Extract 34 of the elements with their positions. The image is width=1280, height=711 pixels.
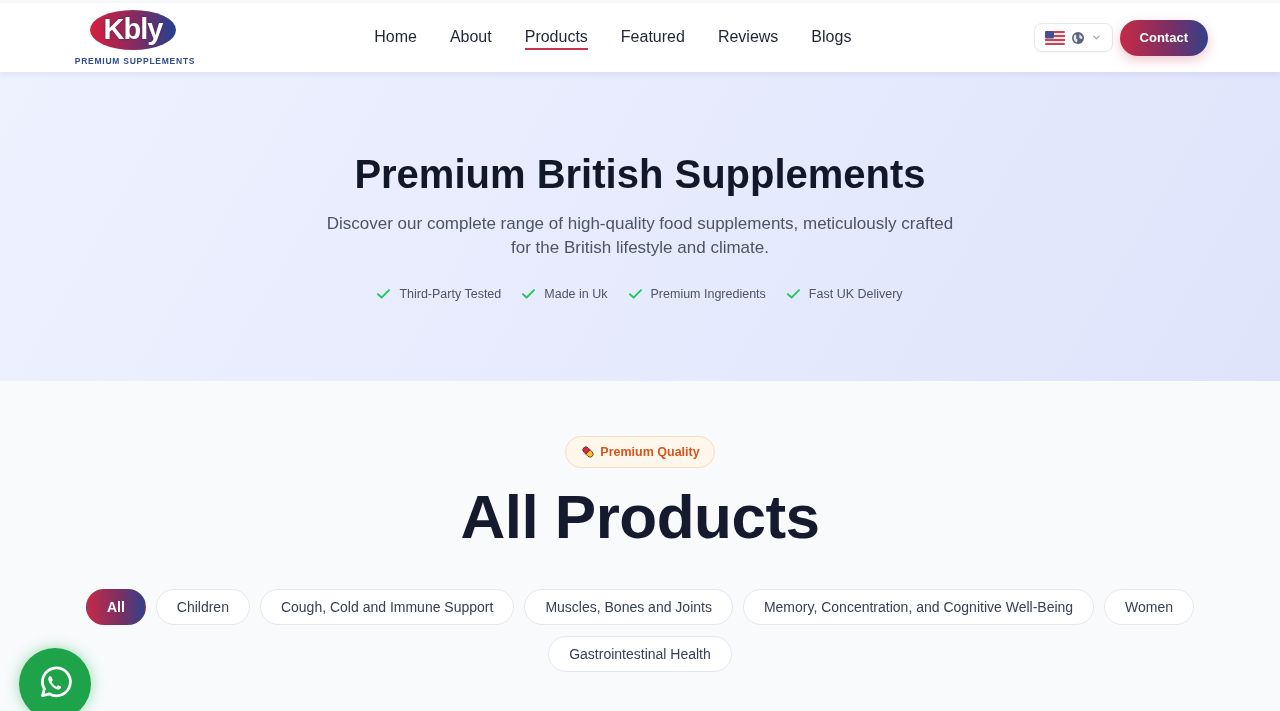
flag-icon: [1044, 30, 1065, 45]
check-icon: [628, 289, 642, 299]
logo-tagline: PREMIUM SUPPLEMENTS: [74, 55, 196, 66]
nav-link[interactable]: Products: [524, 25, 588, 50]
chevron-down-icon: [1092, 35, 1100, 40]
chat-button[interactable]: [19, 648, 91, 711]
section-title: All Products: [460, 483, 820, 551]
hero-subtitle: Discover our complete range of high-quality food supplements, meticulously crafted for the British lifestyle and climate.: [325, 213, 955, 259]
feature-label: Fast UK Delivery: [808, 286, 903, 303]
contact-button[interactable]: Contact: [1119, 19, 1208, 56]
category-filter[interactable]: Children: [155, 589, 250, 625]
check-icon: [522, 289, 536, 299]
category-filter[interactable]: Gastrointestinal Health: [548, 636, 732, 672]
check-icon: [786, 289, 800, 299]
globe-icon: [1071, 31, 1084, 44]
nav-link[interactable]: About: [449, 25, 492, 50]
category-filter[interactable]: Memory, Concentration, and Cognitive Well-Being: [742, 589, 1095, 625]
feature-label: Made in Uk: [544, 286, 608, 303]
feature-label: Premium Ingredients: [650, 286, 766, 303]
category-filter[interactable]: All: [85, 589, 146, 625]
logo-mark[interactable]: Kbly: [90, 9, 176, 50]
hero-title: Premium British Supplements: [354, 151, 926, 198]
feature-label: Third-Party Tested: [399, 286, 502, 303]
language-selector[interactable]: [1033, 23, 1113, 52]
badge-label: Premium Quality: [600, 445, 700, 459]
nav-link[interactable]: Reviews: [717, 25, 779, 50]
category-filter[interactable]: Muscles, Bones and Joints: [524, 589, 733, 625]
nav-link[interactable]: Blogs: [811, 25, 852, 50]
pill-icon: [581, 445, 596, 459]
nav-link[interactable]: Home: [374, 25, 417, 50]
category-filter[interactable]: Cough, Cold and Immune Support: [259, 589, 515, 625]
nav-link[interactable]: Featured: [620, 25, 685, 50]
category-filter[interactable]: Women: [1104, 589, 1195, 625]
check-icon: [377, 289, 391, 299]
